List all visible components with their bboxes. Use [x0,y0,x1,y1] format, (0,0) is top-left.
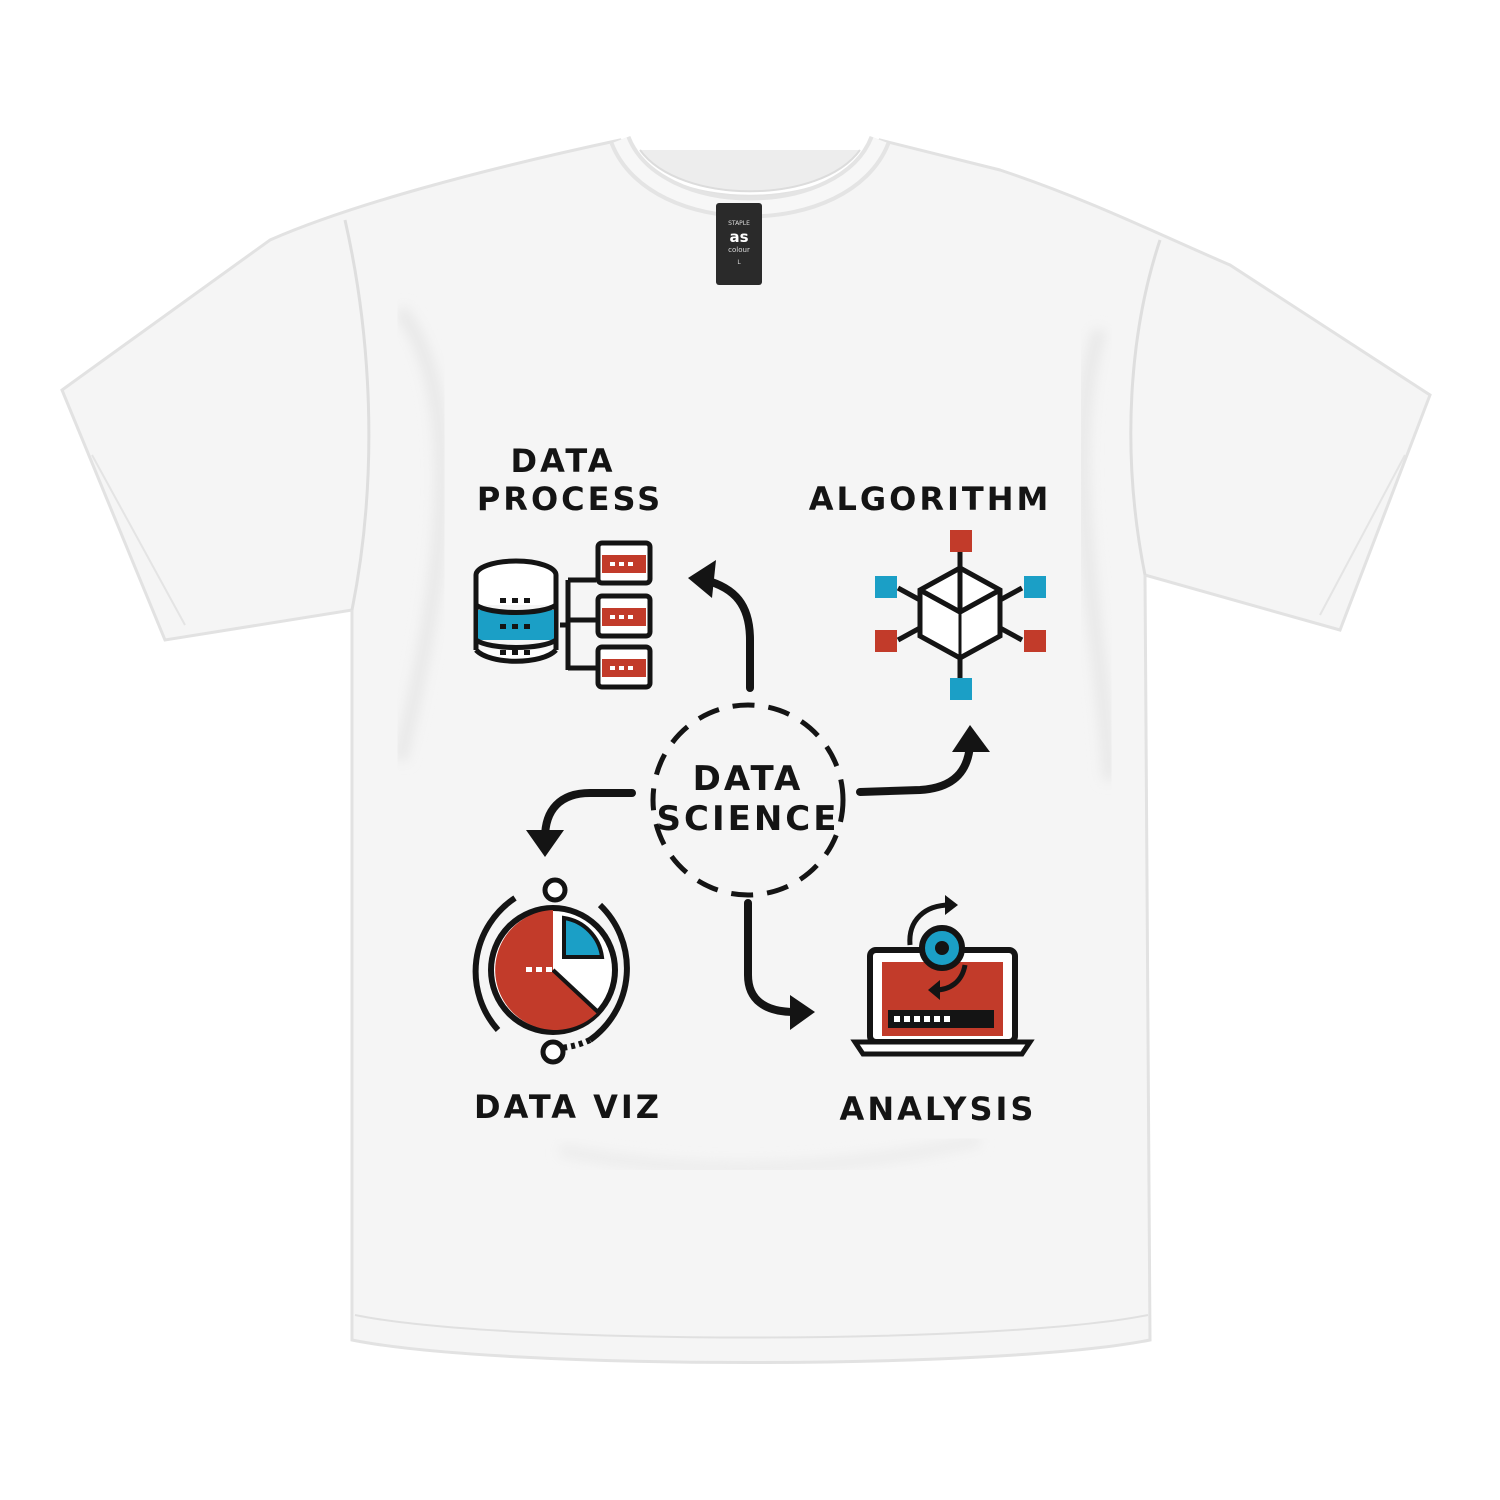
label-data-viz: DATA VIZ [474,1088,662,1126]
label-algorithm: ALGORITHM [809,480,1052,518]
neck-tag: STAPLE as colour L [716,203,762,285]
neck-tag-line-3: colour [728,246,750,254]
neck-tag-logo: as [729,228,748,246]
tshirt-mockup: STAPLE as colour L DATA PROCESS ALGORITH… [0,0,1500,1500]
center-label-line1: DATA [693,759,804,799]
tshirt-svg: STAPLE as colour L DATA PROCESS ALGORITH… [60,135,1432,1364]
label-data-process-line1: DATA [511,442,616,480]
center-label-line2: SCIENCE [657,799,840,839]
neck-tag-line-1: STAPLE [728,220,750,227]
tshirt-body [60,138,1432,1364]
label-analysis: ANALYSIS [840,1090,1037,1128]
label-data-process-line2: PROCESS [477,480,663,518]
